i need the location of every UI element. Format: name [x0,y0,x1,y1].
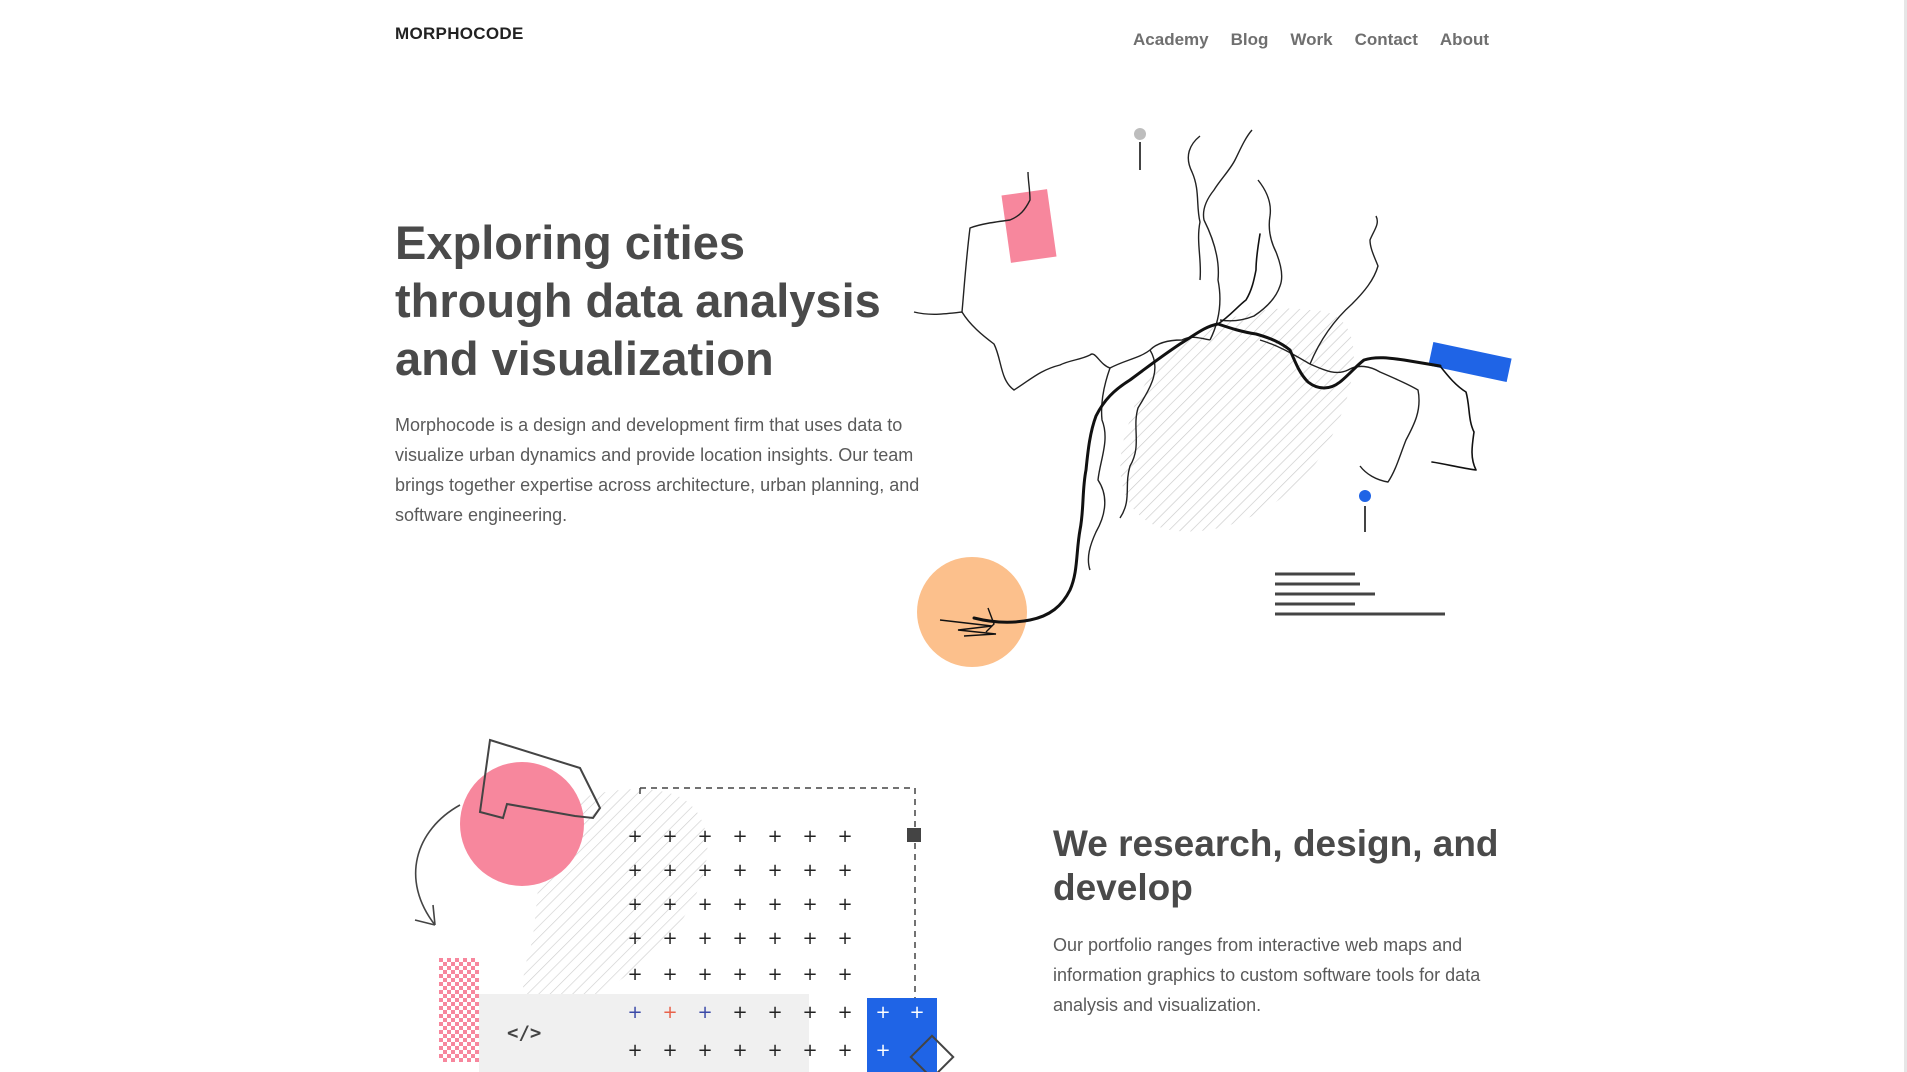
section-description: Our portfolio ranges from interactive we… [1053,935,1481,1015]
plus-mark: + [837,928,852,949]
plus-mark: + [627,928,642,949]
legend-lines [1275,572,1445,616]
plus-mark: + [767,1002,782,1023]
plus-mark: + [697,928,712,949]
plus-mark: + [767,826,782,847]
plus-mark: + [837,826,852,847]
dark-square [907,828,921,842]
plus-mark: + [875,1040,890,1061]
hatched-area [1120,308,1354,532]
logo[interactable]: MORPHOCODE [395,24,524,44]
plus-mark: + [627,826,642,847]
plus-mark: + [875,1002,890,1023]
plus-mark: + [767,860,782,881]
plus-mark: + [697,1002,712,1023]
section-title-line: We research, design, and [1053,823,1499,864]
location-pin-icon [1134,128,1146,140]
plus-mark: + [697,860,712,881]
plus-mark: + [697,894,712,915]
pink-rect [1001,189,1057,263]
plus-mark: + [802,860,817,881]
plus-mark: + [662,964,677,985]
plus-mark: + [662,826,677,847]
plus-mark: + [732,860,747,881]
pink-circle [460,762,584,886]
plus-mark: + [802,894,817,915]
code-icon: </> [507,1022,541,1044]
hero-description: Morphocode is a design and development f… [395,415,920,525]
work-illustration: </> + + + + + + + + + + + + + + + + + + + + + + + + + + + + + + + + + + + +… [414,738,955,1072]
plus-mark: + [697,826,712,847]
plus-mark: + [802,826,817,847]
location-pin-icon [1359,490,1371,502]
main-nav: Academy Blog Work Contact About [1133,30,1489,50]
plus-mark: + [732,1002,747,1023]
hero-title-line: through data analysis [395,274,881,327]
map-illustration [913,128,1512,667]
plus-mark: + [662,1040,677,1061]
peach-circle [917,557,1027,667]
blue-rect [1428,341,1512,383]
plus-mark: + [662,1002,677,1023]
plus-mark: + [802,1040,817,1061]
plus-mark: + [802,928,817,949]
plus-mark: + [802,1002,817,1023]
curved-arrow-icon [414,804,461,926]
plus-mark: + [697,964,712,985]
hero-title: Exploring cities through data analysis a… [395,214,915,388]
plus-mark: + [662,860,677,881]
checker-pattern [439,958,479,1062]
nav-item-about[interactable]: About [1440,30,1489,50]
plus-mark: + [627,964,642,985]
plus-mark: + [837,964,852,985]
plus-mark: + [767,1040,782,1061]
plus-mark: + [732,826,747,847]
hero-title-line: Exploring cities [395,216,745,269]
plus-mark: + [909,1002,924,1023]
plus-mark: + [627,1040,642,1061]
plus-mark: + [662,894,677,915]
plus-mark: + [697,1040,712,1061]
plus-mark: + [837,1040,852,1061]
plus-mark: + [627,894,642,915]
plus-mark: + [732,964,747,985]
nav-item-work[interactable]: Work [1290,30,1332,50]
plus-mark: + [767,964,782,985]
plus-mark: + [837,860,852,881]
section-title: We research, design, and develop [1053,822,1523,910]
plus-mark: + [837,1002,852,1023]
plus-mark: + [767,928,782,949]
plus-mark: + [732,1040,747,1061]
section-title-line: develop [1053,867,1193,908]
plus-mark: + [732,928,747,949]
nav-item-contact[interactable]: Contact [1355,30,1418,50]
plus-mark: + [767,894,782,915]
plus-mark: + [837,894,852,915]
plus-mark: + [627,860,642,881]
plus-mark: + [627,1002,642,1023]
nav-item-blog[interactable]: Blog [1231,30,1269,50]
plus-mark: + [662,928,677,949]
plus-mark: + [732,894,747,915]
plus-mark: + [802,964,817,985]
hero-title-line: and visualization [395,332,774,385]
nav-item-academy[interactable]: Academy [1133,30,1209,50]
